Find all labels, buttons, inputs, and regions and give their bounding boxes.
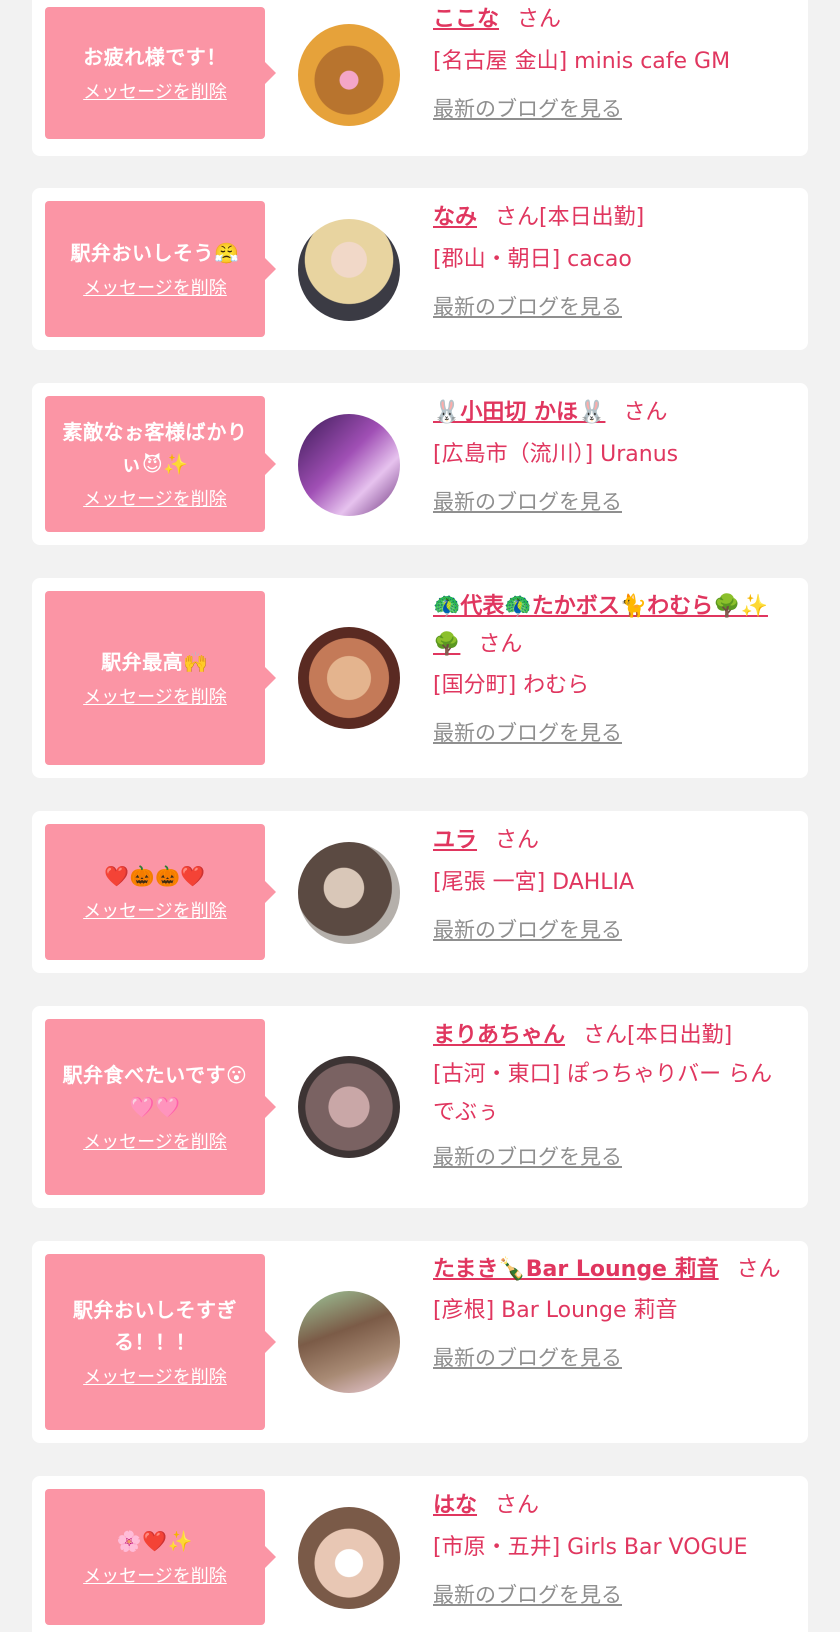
cast-name-link[interactable]: ここな [433,7,499,32]
view-blog-link[interactable]: 最新のブログを見る [433,1580,622,1610]
message-card: ❤️🎃🎃❤️ メッセージを削除 ユラ さん [尾張 一宮] DAHLIA 最新のブ… [32,811,808,973]
shop-name: [国分町] わむら [433,673,590,698]
message-text: お疲れ様です！ [83,45,227,69]
cast-name-link[interactable]: まりあちゃん [433,1023,565,1048]
honorific: さん[本日出勤] [495,205,645,230]
honorific: さん [517,7,562,32]
delete-message-link[interactable]: メッセージを削除 [83,900,227,924]
cast-name-link[interactable]: たまき🍾Bar Lounge 莉音 [433,1257,719,1282]
shop-name: [名古屋 金山] minis cafe GM [433,49,731,74]
message-card: 駅弁おいしそすぎる！！！ メッセージを削除 たまき🍾Bar Lounge 莉音さ… [32,1241,808,1443]
view-blog-link[interactable]: 最新のブログを見る [433,1343,622,1373]
delete-message-link[interactable]: メッセージを削除 [83,686,227,710]
message-bubble: 素敵なぉ客様ばかりぃ😈✨ メッセージを削除 [45,396,276,532]
avatar[interactable] [298,1056,400,1158]
delete-message-link[interactable]: メッセージを削除 [83,277,227,301]
honorific: さん [736,1257,781,1282]
honorific: さん [478,632,523,657]
message-text: 駅弁食べたいです😮🩷🩷 [62,1063,248,1119]
delete-message-link[interactable]: メッセージを削除 [83,1131,227,1155]
delete-message-link[interactable]: メッセージを削除 [83,488,227,512]
message-card: お疲れ様です！ メッセージを削除 ここな さん [名古屋 金山] minis ca… [32,0,808,156]
honorific: さん [623,400,668,425]
message-text: ❤️🎃🎃❤️ [104,864,206,888]
view-blog-link[interactable]: 最新のブログを見る [433,915,622,945]
shop-name: [市原・五井] Girls Bar VOGUE [433,1535,748,1560]
message-card: 駅弁最高🙌 メッセージを削除 🦚代表🦚たかボス🐈わむら🌳✨🌳 さん [国分町] わ… [32,578,808,778]
honorific: さん[本日出勤] [583,1023,733,1048]
delete-message-link[interactable]: メッセージを削除 [83,81,227,105]
view-blog-link[interactable]: 最新のブログを見る [433,1142,622,1172]
view-blog-link[interactable]: 最新のブログを見る [433,487,622,517]
message-bubble: 🌸❤️✨ メッセージを削除 [45,1489,276,1625]
avatar[interactable] [298,627,400,729]
message-bubble: 駅弁おいしそすぎる！！！ メッセージを削除 [45,1254,276,1430]
honorific: さん [495,1493,540,1518]
message-bubble: 駅弁おいしそう😤 メッセージを削除 [45,201,276,337]
message-card: 素敵なぉ客様ばかりぃ😈✨ メッセージを削除 🐰小田切 かほ🐰 さん [広島市（流川… [32,383,808,545]
message-bubble: お疲れ様です！ メッセージを削除 [45,7,276,139]
avatar[interactable] [298,414,400,516]
shop-name: [尾張 一宮] DAHLIA [433,870,635,895]
honorific: さん [495,828,540,853]
avatar[interactable] [298,219,400,321]
message-text: 素敵なぉ客様ばかりぃ😈✨ [62,420,248,476]
avatar[interactable] [298,842,400,944]
shop-name: [彦根] Bar Lounge 莉音 [433,1298,678,1323]
message-card: 駅弁おいしそう😤 メッセージを削除 なみ さん[本日出勤] [郡山・朝日] cac… [32,188,808,350]
delete-message-link[interactable]: メッセージを削除 [83,1565,227,1589]
cast-name-link[interactable]: はな [433,1493,477,1518]
message-card: 🌸❤️✨ メッセージを削除 はな さん [市原・五井] Girls Bar VOG… [32,1476,808,1632]
view-blog-link[interactable]: 最新のブログを見る [433,94,622,124]
shop-name: [広島市（流川）] Uranus [433,442,679,467]
avatar[interactable] [298,24,400,126]
view-blog-link[interactable]: 最新のブログを見る [433,292,622,322]
delete-message-link[interactable]: メッセージを削除 [83,1366,227,1390]
shop-name: [古河・東口] ぽっちゃりバー らんでぶぅ [433,1062,773,1125]
message-text: 駅弁おいしそすぎる！！！ [73,1298,237,1354]
message-card: 駅弁食べたいです😮🩷🩷 メッセージを削除 まりあちゃん さん[本日出勤] [古河・… [32,1006,808,1208]
message-text: 🌸❤️✨ [116,1529,194,1553]
message-bubble: 駅弁最高🙌 メッセージを削除 [45,591,276,765]
message-bubble: 駅弁食べたいです😮🩷🩷 メッセージを削除 [45,1019,276,1195]
shop-name: [郡山・朝日] cacao [433,247,632,272]
cast-name-link[interactable]: ユラ [433,828,477,853]
view-blog-link[interactable]: 最新のブログを見る [433,718,622,748]
cast-name-link[interactable]: 🐰小田切 かほ🐰 [433,400,605,425]
message-bubble: ❤️🎃🎃❤️ メッセージを削除 [45,824,276,960]
message-text: 駅弁おいしそう😤 [70,241,240,265]
avatar[interactable] [298,1291,400,1393]
cast-name-link[interactable]: なみ [433,205,477,230]
message-text: 駅弁最高🙌 [101,650,209,674]
avatar[interactable] [298,1507,400,1609]
